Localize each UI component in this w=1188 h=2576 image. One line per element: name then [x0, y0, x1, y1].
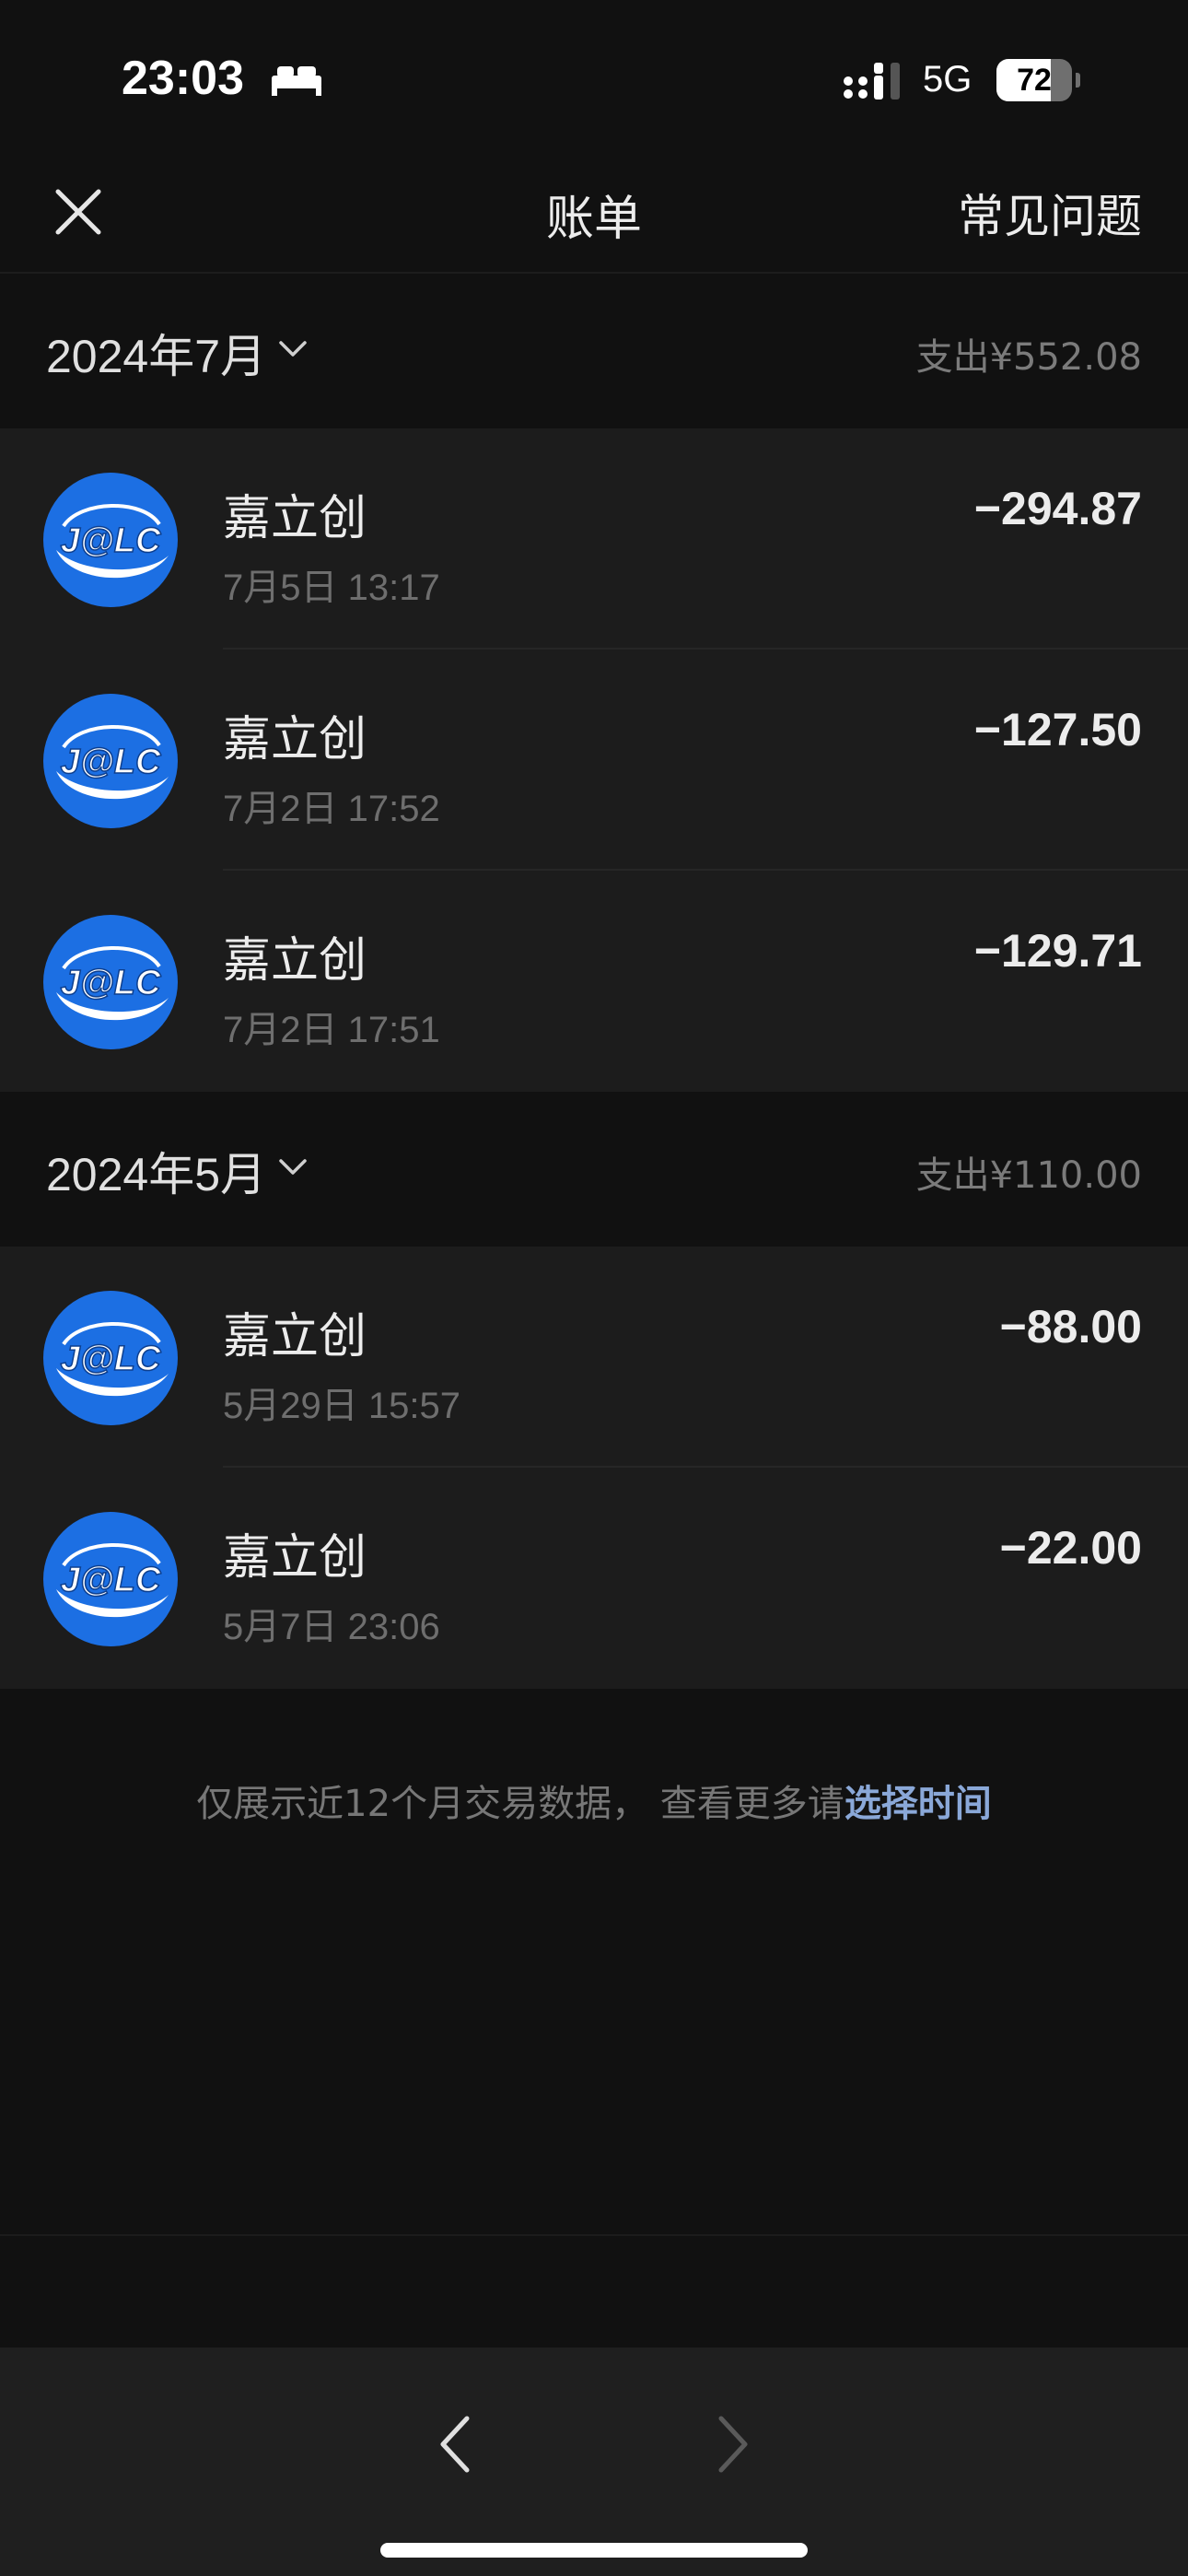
transaction-amount: −294.87: [973, 483, 1142, 534]
merchant-logo: J@LC: [43, 1291, 178, 1425]
transaction-row[interactable]: J@LC 嘉立创 7月5日 13:17 −294.87: [0, 428, 1188, 650]
jlc-logo-icon: J@LC: [43, 1291, 178, 1425]
battery-indicator: 72: [996, 59, 1080, 101]
logo-text: J@LC: [61, 964, 161, 1002]
bed-icon: [272, 66, 321, 96]
status-time: 23:03: [122, 52, 244, 105]
month-label[interactable]: 2024年7月: [46, 320, 266, 386]
network-type: 5G: [923, 59, 973, 100]
battery-percent: 72: [1017, 63, 1052, 98]
transaction-amount: −22.00: [999, 1522, 1142, 1574]
logo-text: J@LC: [61, 1561, 161, 1599]
jlc-logo-icon: J@LC: [43, 1512, 178, 1646]
transaction-row[interactable]: J@LC 嘉立创 5月7日 23:06 −22.00: [0, 1468, 1188, 1689]
merchant-name: 嘉立创: [223, 1309, 367, 1364]
logo-text: J@LC: [61, 1340, 161, 1378]
transaction-time: 7月2日 17:51: [223, 1010, 440, 1050]
transaction-amount: −127.50: [973, 704, 1142, 755]
transaction-row[interactable]: J@LC 嘉立创 7月2日 17:51 −129.71: [0, 871, 1188, 1092]
logo-text: J@LC: [61, 521, 161, 560]
home-indicator[interactable]: [380, 2543, 808, 2558]
month-label[interactable]: 2024年5月: [46, 1138, 266, 1204]
chevron-down-icon[interactable]: [277, 333, 309, 364]
chevron-down-icon[interactable]: [277, 1151, 309, 1182]
transaction-row[interactable]: J@LC 嘉立创 5月29日 15:57 −88.00: [0, 1247, 1188, 1468]
merchant-logo: J@LC: [43, 473, 178, 607]
cellular-signal-icon: [844, 63, 900, 100]
logo-text: J@LC: [61, 743, 161, 781]
transaction-list: J@LC 嘉立创 7月5日 13:17 −294.87 J@LC 嘉立创 7月2…: [0, 428, 1188, 1092]
merchant-logo: J@LC: [43, 1512, 178, 1646]
month-expense-total: 支出¥110.00: [915, 1154, 1142, 1197]
merchant-logo: J@LC: [43, 915, 178, 1049]
jlc-logo-icon: J@LC: [43, 694, 178, 828]
chevron-right-icon[interactable]: [705, 2407, 760, 2481]
merchant-name: 嘉立创: [223, 1530, 367, 1586]
history-range-note: 仅展示近12个月交易数据， 查看更多请选择时间: [0, 1774, 1188, 1827]
month-header[interactable]: 2024年7月 支出¥552.08: [0, 274, 1188, 428]
merchant-logo: J@LC: [43, 694, 178, 828]
merchant-name: 嘉立创: [223, 933, 367, 989]
transaction-amount: −129.71: [973, 925, 1142, 977]
bottom-toolbar: [0, 2348, 1188, 2576]
chevron-left-icon[interactable]: [428, 2407, 483, 2481]
jlc-logo-icon: J@LC: [43, 473, 178, 607]
select-time-link[interactable]: 选择时间: [844, 1783, 992, 1825]
battery-tip: [1076, 73, 1080, 88]
toolbar-divider: [0, 2234, 1188, 2236]
jlc-logo-icon: J@LC: [43, 915, 178, 1049]
faq-link[interactable]: 常见问题: [958, 180, 1142, 246]
merchant-name: 嘉立创: [223, 491, 367, 546]
transaction-row[interactable]: J@LC 嘉立创 7月2日 17:52 −127.50: [0, 650, 1188, 871]
transaction-amount: −88.00: [999, 1301, 1142, 1352]
status-bar: 23:03 5G 72: [0, 0, 1188, 152]
nav-bar: 账单 常见问题: [0, 152, 1188, 274]
merchant-name: 嘉立创: [223, 712, 367, 767]
transaction-time: 5月7日 23:06: [223, 1607, 440, 1647]
transaction-time: 7月5日 13:17: [223, 568, 440, 608]
month-header[interactable]: 2024年5月 支出¥110.00: [0, 1092, 1188, 1247]
month-expense-total: 支出¥552.08: [915, 336, 1142, 379]
transaction-time: 5月29日 15:57: [223, 1386, 460, 1426]
transaction-list: J@LC 嘉立创 5月29日 15:57 −88.00 J@LC 嘉立创 5月7…: [0, 1247, 1188, 1689]
history-range-text: 仅展示近12个月交易数据， 查看更多请: [196, 1783, 844, 1825]
transaction-time: 7月2日 17:52: [223, 789, 440, 829]
